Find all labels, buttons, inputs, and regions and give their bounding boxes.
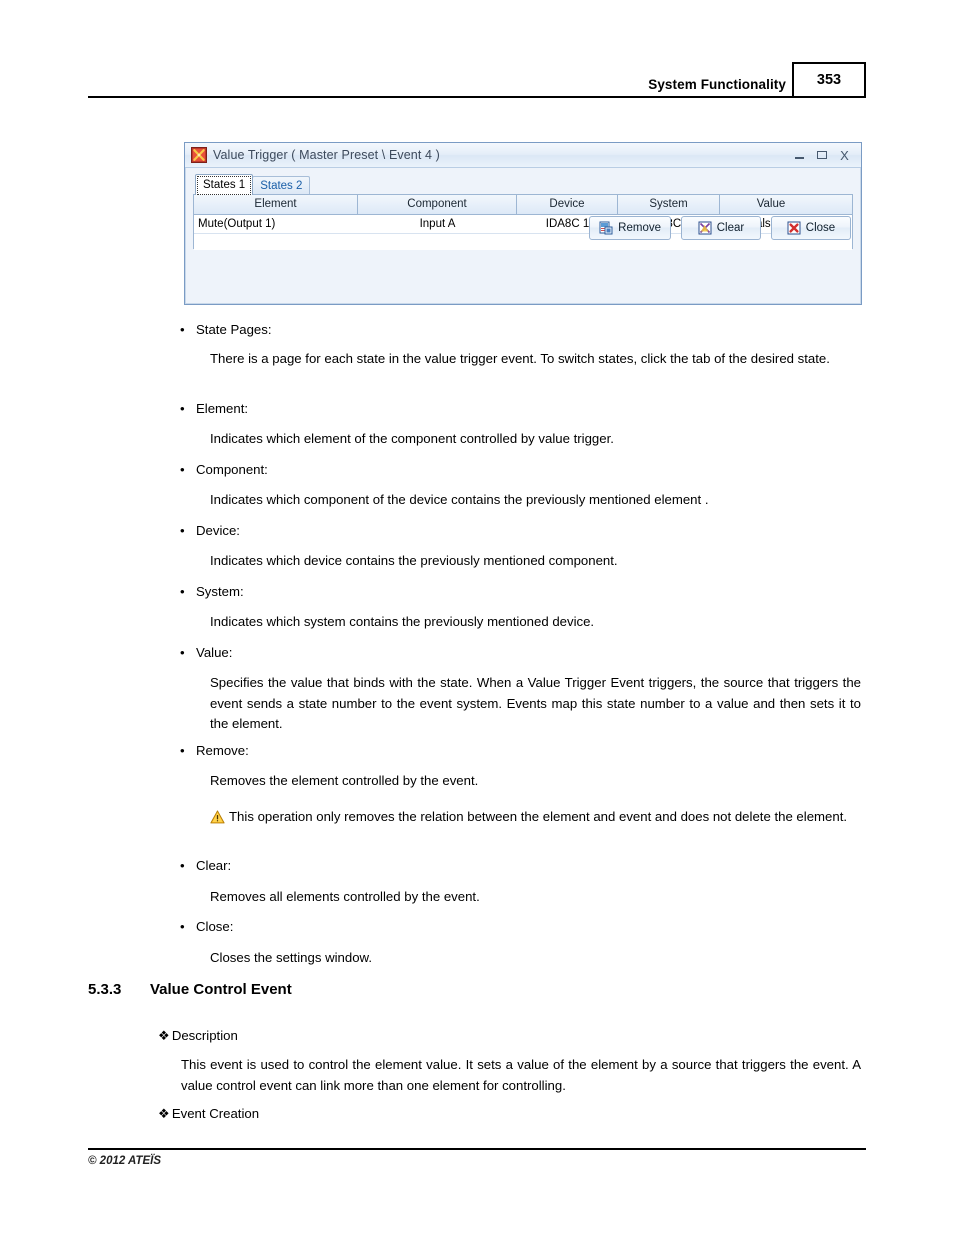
cell-component[interactable]: Input A [358,215,517,234]
bullet-glyph: • [180,322,185,337]
bullet-term-system: • System: [180,582,244,602]
bullet-text-close: Closes the settings window. [210,950,372,965]
description-label: Description [171,1028,238,1043]
section-title: Value Control Event [150,981,292,998]
column-header-component[interactable]: Component [358,195,517,214]
bullet-text-system: Indicates which system contains the prev… [210,614,595,629]
value-trigger-icon [191,147,207,163]
dialog-titlebar[interactable]: Value Trigger ( Master Preset \ Event 4 … [185,143,861,168]
description-heading: ❖ Description [158,1026,238,1046]
states-tabstrip[interactable]: States 1 States 2 [193,174,853,195]
bullet-text-value: Specifies the value that binds with the … [210,675,861,731]
bullet-text-remove: Removes the element controlled by the ev… [210,773,479,788]
table-header-row: Element Component Device System Value [194,195,852,215]
close-window-button[interactable]: X [838,149,851,162]
dialog-button-bar: Remove Clear Close [589,216,851,240]
bullet-term-device: • Device: [180,521,240,541]
bullet-term-label: Component: [196,462,268,477]
tab-states-2[interactable]: States 2 [252,176,311,195]
bullet-glyph: • [180,523,185,538]
bullet-glyph: • [180,919,185,934]
tab-states-2-label: States 2 [260,180,303,192]
clear-button[interactable]: Clear [681,216,761,240]
window-controls[interactable]: X [794,149,857,162]
bullet-glyph: • [180,401,185,416]
page-number-box: 353 [792,62,866,98]
description-text: This event is used to control the elemen… [181,1057,861,1093]
bullet-term-state-pages: • State Pages: [180,320,272,340]
remove-icon [599,221,613,235]
page-title: System Functionality [648,77,786,92]
bullet-glyph: • [180,743,185,758]
bullet-term-element: • Element: [180,399,249,419]
tab-states-1[interactable]: States 1 [195,174,254,195]
bullet-term-clear: • Clear: [180,856,232,876]
value-trigger-dialog[interactable]: Value Trigger ( Master Preset \ Event 4 … [184,142,862,305]
bullet-term-label: System: [196,584,244,599]
close-button-label: Close [805,222,836,234]
bullet-term-label: State Pages: [196,322,272,337]
diamond-glyph: ❖ [158,1028,170,1043]
dialog-title: Value Trigger ( Master Preset \ Event 4 … [213,148,440,162]
column-header-system[interactable]: System [618,195,720,214]
clear-icon [698,221,712,235]
bullet-glyph: • [180,858,185,873]
header-rule [88,96,792,98]
bullet-text-element: Indicates which element of the component… [210,431,614,446]
footer-copyright: © 2012 ATEÏS [88,1155,162,1167]
bullet-text-component: Indicates which component of the device … [210,492,709,507]
bullet-glyph: • [180,462,185,477]
bullet-term-label: Device: [196,523,240,538]
bullet-term-close: • Close: [180,917,234,937]
diamond-glyph: ❖ [158,1106,170,1121]
cell-element[interactable]: Mute(Output 1) [194,215,358,234]
bullet-term-component: • Component: [180,460,268,480]
tab-focus-ring [197,176,252,195]
bullet-term-remove: • Remove: [180,741,249,761]
bullet-term-label: Close: [196,919,234,934]
bullet-text-device: Indicates which device contains the prev… [210,553,618,568]
warning-note-text: This operation only removes the relation… [229,809,848,824]
page-header: System Functionality 353 [88,62,866,98]
column-header-value[interactable]: Value [720,195,822,214]
clear-button-label: Clear [716,222,745,234]
dialog-body: States 1 States 2 Element Component Devi… [185,168,861,250]
event-creation-heading: ❖ Event Creation [158,1104,259,1124]
bullet-term-label: Clear: [196,858,232,873]
bullet-term-value: • Value: [180,643,233,663]
close-icon [787,221,801,235]
maximize-button[interactable] [816,149,829,162]
bullet-term-label: Remove: [196,743,249,758]
event-creation-label: Event Creation [171,1106,260,1121]
bullet-glyph: • [180,645,185,660]
remove-button[interactable]: Remove [589,216,671,240]
bullet-text-clear: Removes all elements controlled by the e… [210,889,480,904]
remove-button-label: Remove [618,222,661,234]
section-number: 5.3.3 [88,981,122,998]
bullet-term-label: Element: [196,401,249,416]
bullet-glyph: • [180,584,185,599]
column-header-device[interactable]: Device [517,195,618,214]
bullet-term-label: Value: [196,645,233,660]
warning-icon [210,810,225,824]
warning-note: This operation only removes the relation… [210,807,861,828]
minimize-button[interactable] [794,149,807,162]
column-header-element[interactable]: Element [194,195,358,214]
bullet-text-state-pages: There is a page for each state in the va… [210,351,830,366]
close-button[interactable]: Close [771,216,851,240]
footer-rule [88,1148,866,1150]
